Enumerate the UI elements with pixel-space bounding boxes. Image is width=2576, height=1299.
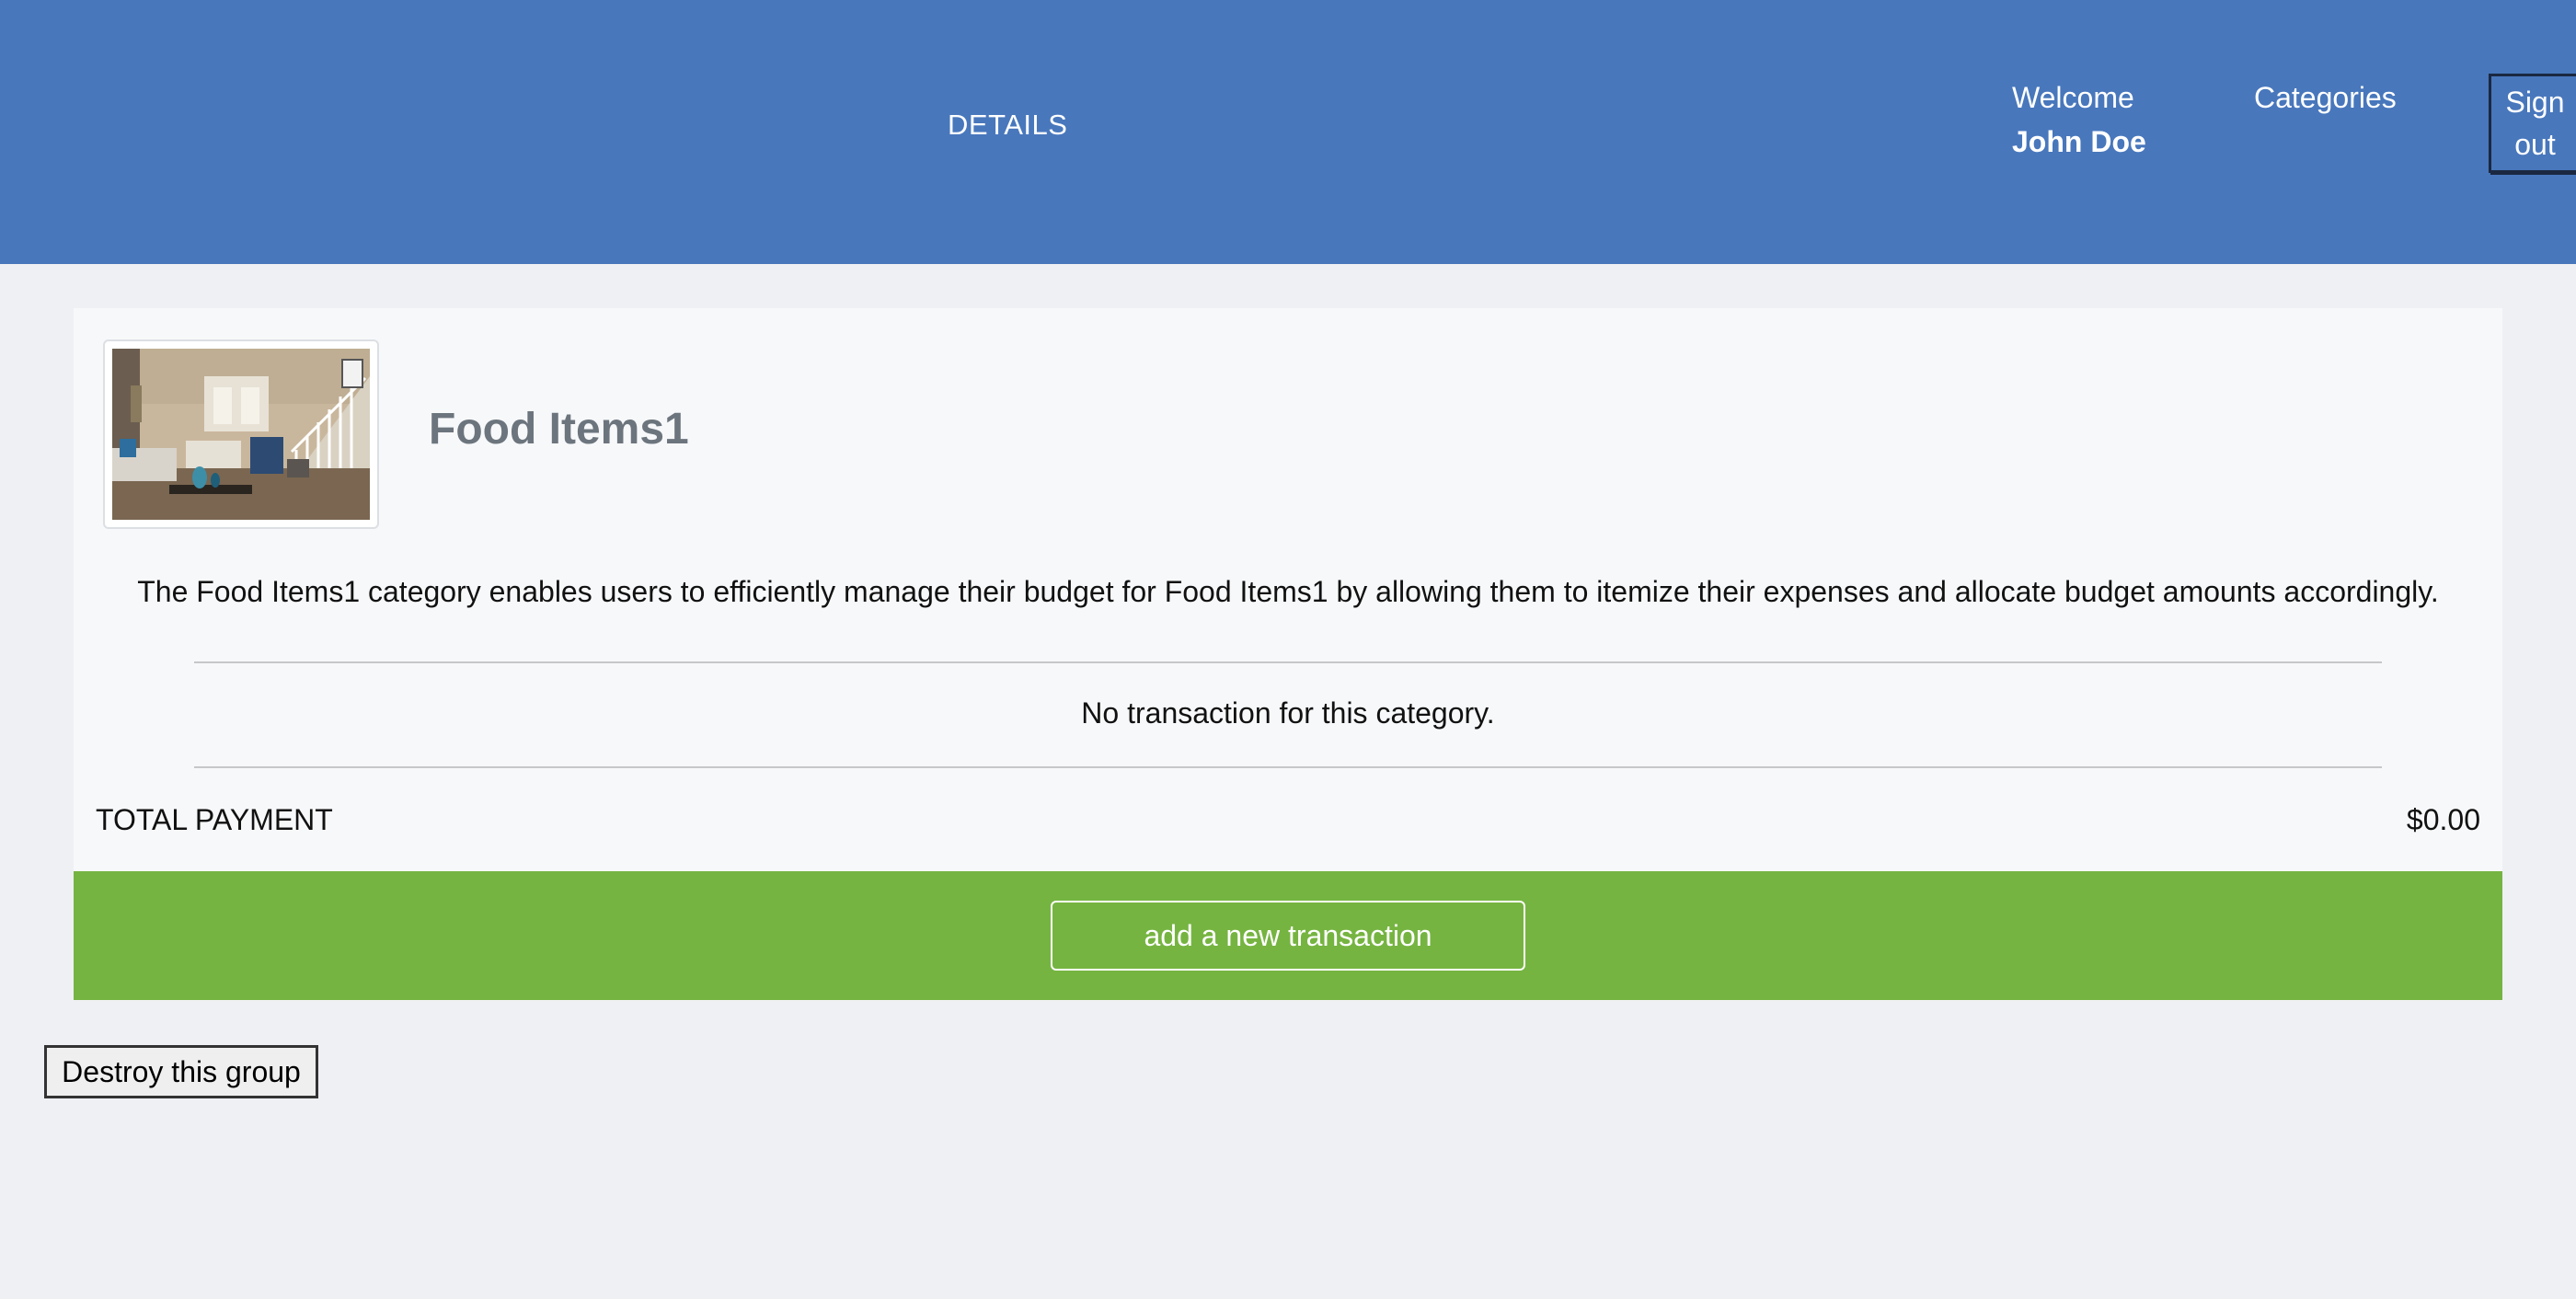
category-description: The Food Items1 category enables users t… — [137, 575, 2439, 608]
user-name: John Doe — [2012, 125, 2146, 158]
divider — [194, 766, 2382, 768]
destroy-group-button[interactable]: Destroy this group — [44, 1045, 318, 1098]
category-name: Food Items1 — [429, 405, 689, 454]
living-room-photo — [112, 349, 370, 520]
action-bar: add a new transaction — [74, 871, 2502, 1000]
categories-link[interactable]: Categories — [2254, 75, 2397, 120]
add-transaction-button[interactable]: add a new transaction — [1051, 901, 1525, 971]
top-navbar: DETAILS Welcome John Doe Categories Sign… — [0, 0, 2576, 264]
sign-out-button[interactable]: Sign out — [2489, 74, 2576, 173]
welcome-block: Welcome John Doe — [2012, 75, 2146, 164]
total-payment-label: TOTAL PAYMENT — [96, 803, 333, 836]
category-card: Food Items1 The Food Items1 category ena… — [74, 308, 2502, 871]
empty-transactions-message: No transaction for this category. — [1081, 696, 1495, 730]
divider — [194, 661, 2382, 663]
welcome-label: Welcome — [2012, 81, 2134, 114]
total-payment-value: $0.00 — [2406, 803, 2480, 836]
category-image — [103, 339, 379, 529]
page-title: DETAILS — [948, 109, 1068, 141]
